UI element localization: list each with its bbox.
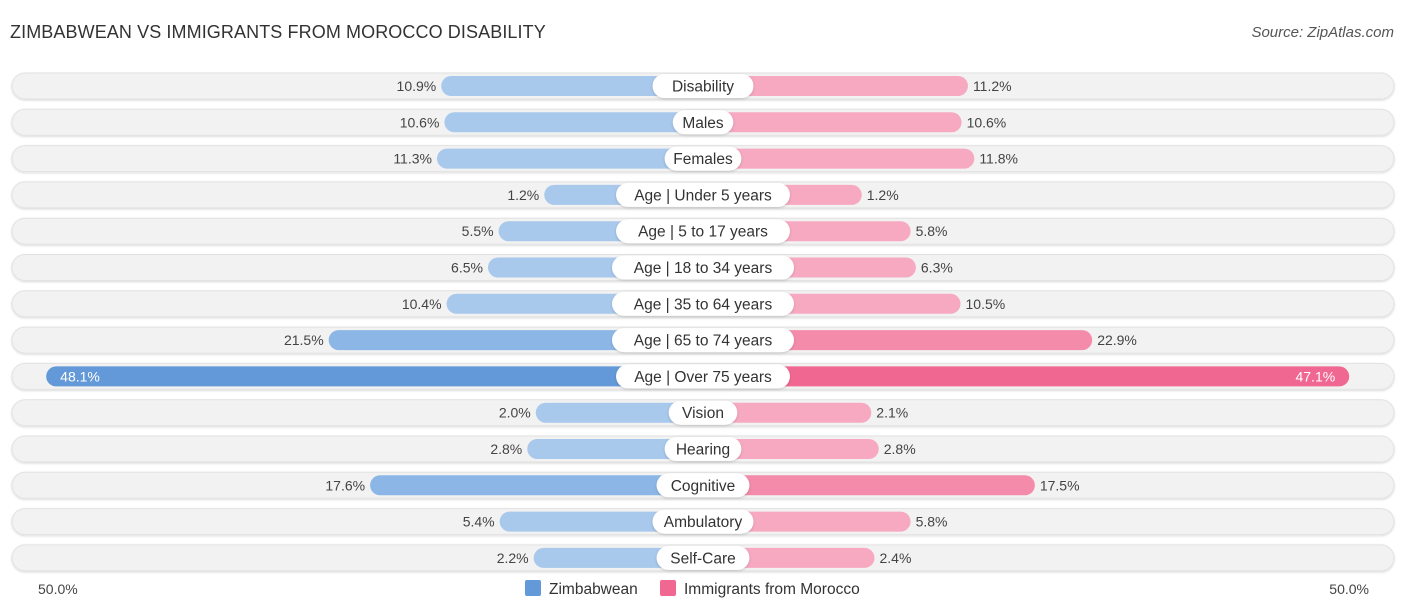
value-label-zimbabwean: 21.5% — [284, 332, 324, 348]
category-text: Age | 5 to 17 years — [638, 224, 768, 241]
legend-label-morocco: Immigrants from Morocco — [684, 581, 860, 598]
legend-item-morocco[interactable]: Immigrants from Morocco — [660, 580, 860, 598]
category-text: Ambulatory — [664, 514, 743, 531]
value-label-morocco: 1.2% — [867, 187, 899, 203]
category-text: Self-Care — [670, 550, 735, 567]
category-label: Age | Under 5 years — [616, 182, 790, 207]
category-text: Age | Under 5 years — [634, 187, 772, 204]
bar-morocco[interactable] — [703, 112, 962, 133]
bar-morocco[interactable] — [703, 475, 1035, 496]
value-label-zimbabwean: 17.6% — [325, 477, 365, 493]
value-label-zimbabwean: 2.8% — [490, 441, 522, 457]
bar-row: 48.1% 47.1% Age | Over 75 years — [11, 362, 1395, 390]
bar-row: 10.9% 11.2% Disability — [11, 72, 1395, 100]
value-label-zimbabwean: 10.6% — [400, 114, 440, 130]
bar-row: 5.4% 5.8% Ambulatory — [11, 508, 1395, 536]
category-text: Age | 35 to 64 years — [634, 296, 773, 313]
bar-row: 21.5% 22.9% Age | 65 to 74 years — [11, 326, 1395, 354]
value-label-morocco: 2.1% — [876, 405, 908, 421]
axis-left-label: 50.0% — [38, 581, 78, 597]
category-label: Females — [664, 146, 742, 171]
category-label: Cognitive — [656, 473, 750, 498]
value-label-zimbabwean: 5.4% — [463, 514, 495, 530]
value-label-morocco: 6.3% — [921, 260, 953, 276]
value-label-morocco: 2.8% — [884, 441, 916, 457]
value-label-morocco: 5.8% — [916, 223, 948, 239]
legend-swatch-zimbabwean — [525, 580, 541, 596]
value-label-morocco: 11.8% — [979, 151, 1018, 167]
bar-morocco[interactable] — [703, 148, 975, 169]
bar-zimbabwean[interactable] — [46, 366, 704, 387]
bar-row: 17.6% 17.5% Cognitive — [11, 471, 1395, 499]
value-label-zimbabwean: 1.2% — [507, 187, 539, 203]
category-label: Self-Care — [656, 545, 750, 570]
bar-zimbabwean[interactable] — [370, 475, 703, 496]
value-label-zimbabwean: 48.1% — [60, 368, 100, 384]
bar-morocco[interactable] — [703, 366, 1350, 387]
category-text: Cognitive — [671, 478, 736, 495]
bar-zimbabwean[interactable] — [444, 112, 703, 133]
bar-row: 2.0% 2.1% Vision — [11, 399, 1395, 427]
category-text: Age | 65 to 74 years — [634, 333, 773, 350]
bar-row: 10.6% 10.6% Males — [11, 108, 1395, 136]
value-label-zimbabwean: 5.5% — [462, 223, 494, 239]
value-label-zimbabwean: 10.9% — [397, 78, 437, 94]
bar-row: 2.2% 2.4% Self-Care — [11, 544, 1395, 572]
value-label-morocco: 2.4% — [879, 550, 911, 566]
diverging-bar-chart: 10.9% 11.2% Disability 10.6% 10.6% Males 11.3%… — [11, 72, 1395, 598]
value-label-zimbabwean: 2.0% — [499, 405, 531, 421]
value-label-morocco: 11.2% — [973, 78, 1012, 94]
category-label: Hearing — [664, 437, 742, 461]
category-label: Age | 18 to 34 years — [612, 255, 794, 280]
category-label: Age | 65 to 74 years — [612, 328, 794, 353]
category-label: Vision — [668, 400, 738, 425]
value-label-zimbabwean: 11.3% — [393, 151, 432, 167]
category-text: Age | 18 to 34 years — [634, 260, 773, 277]
bar-row: 6.5% 6.3% Age | 18 to 34 years — [11, 254, 1395, 281]
value-label-morocco: 5.8% — [916, 514, 948, 530]
bar-row: 5.5% 5.8% Age | 5 to 17 years — [11, 217, 1395, 245]
bar-row: 1.2% 1.2% Age | Under 5 years — [11, 181, 1395, 209]
category-text: Hearing — [676, 442, 730, 459]
value-label-zimbabwean: 10.4% — [402, 296, 442, 312]
bar-row: 10.4% 10.5% Age | 35 to 64 years — [11, 290, 1395, 318]
bar-zimbabwean[interactable] — [436, 148, 703, 169]
value-label-morocco: 22.9% — [1097, 332, 1137, 348]
category-text: Vision — [682, 405, 724, 422]
value-label-zimbabwean: 2.2% — [497, 550, 529, 566]
value-label-morocco: 10.5% — [966, 296, 1006, 312]
axis-right-label: 50.0% — [1329, 581, 1369, 597]
category-text: Disability — [672, 79, 734, 96]
bar-row: 11.3% 11.8% Females — [11, 145, 1395, 173]
category-label: Disability — [652, 74, 754, 98]
value-label-morocco: 47.1% — [1295, 368, 1335, 384]
category-label: Males — [672, 110, 734, 135]
category-label: Age | 35 to 64 years — [612, 291, 794, 316]
legend-swatch-morocco — [660, 580, 676, 596]
category-label: Age | Over 75 years — [616, 364, 790, 389]
category-label: Age | 5 to 17 years — [616, 219, 790, 244]
category-label: Ambulatory — [652, 509, 754, 534]
legend-label-zimbabwean: Zimbabwean — [549, 581, 638, 598]
category-text: Females — [673, 151, 733, 168]
bar-row: 2.8% 2.8% Hearing — [11, 435, 1395, 463]
category-text: Age | Over 75 years — [634, 369, 772, 386]
value-label-morocco: 10.6% — [967, 114, 1007, 130]
value-label-zimbabwean: 6.5% — [451, 260, 483, 276]
legend: Zimbabwean Immigrants from Morocco — [525, 580, 860, 598]
category-text: Males — [682, 115, 724, 132]
value-label-morocco: 17.5% — [1040, 477, 1080, 493]
legend-item-zimbabwean[interactable]: Zimbabwean — [525, 580, 638, 598]
